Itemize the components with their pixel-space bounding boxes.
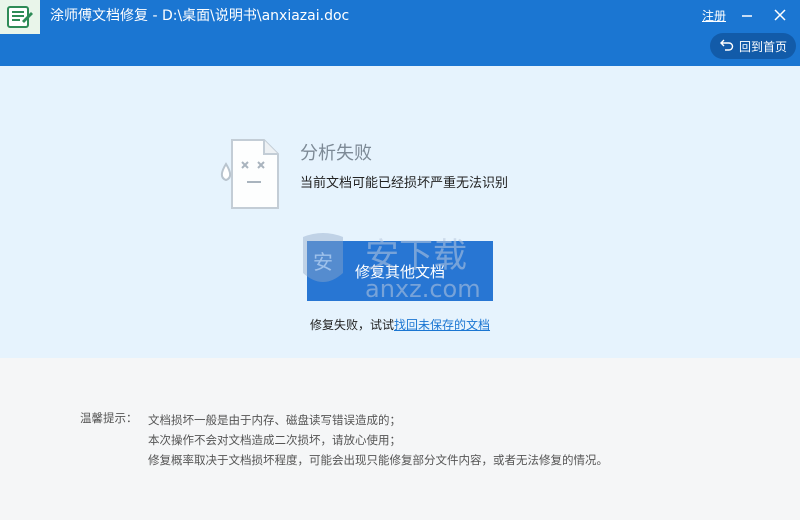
minimize-icon[interactable] [735, 4, 759, 26]
title-bar: 涂师傅文档修复 - D:\桌面\说明书\anxiazai.doc 注册 回到首页 [0, 0, 800, 66]
repair-other-button[interactable]: 修复其他文档 [307, 241, 493, 301]
broken-document-icon [218, 136, 282, 212]
tips-label: 温馨提示： [80, 411, 138, 425]
back-arrow-icon [720, 39, 734, 54]
close-icon[interactable] [768, 4, 792, 26]
tip-line: 修复概率取决于文档损坏程度，可能会出现只能修复部分文件内容，或者无法修复的情况。 [148, 453, 608, 467]
status-description: 当前文档可能已经损坏严重无法识别 [300, 176, 509, 191]
repair-other-label: 修复其他文档 [354, 262, 445, 281]
home-button[interactable]: 回到首页 [710, 33, 796, 59]
tip-line: 文档损坏一般是由于内存、磁盘读写错误造成的； [148, 413, 401, 427]
app-logo-icon [0, 0, 40, 34]
recover-unsaved-link[interactable]: 找回未保存的文档 [394, 318, 490, 332]
home-button-label: 回到首页 [739, 39, 788, 54]
retry-hint: 修复失败，试试找回未保存的文档 [0, 316, 800, 333]
tip-line: 本次操作不会对文档造成二次损坏，请放心使用； [148, 433, 401, 447]
window-title: 涂师傅文档修复 - D:\桌面\说明书\anxiazai.doc [50, 8, 350, 24]
retry-prefix: 修复失败，试试 [309, 318, 394, 332]
status-title: 分析失败 [300, 143, 372, 164]
register-link[interactable]: 注册 [702, 7, 726, 24]
result-panel [0, 66, 800, 358]
